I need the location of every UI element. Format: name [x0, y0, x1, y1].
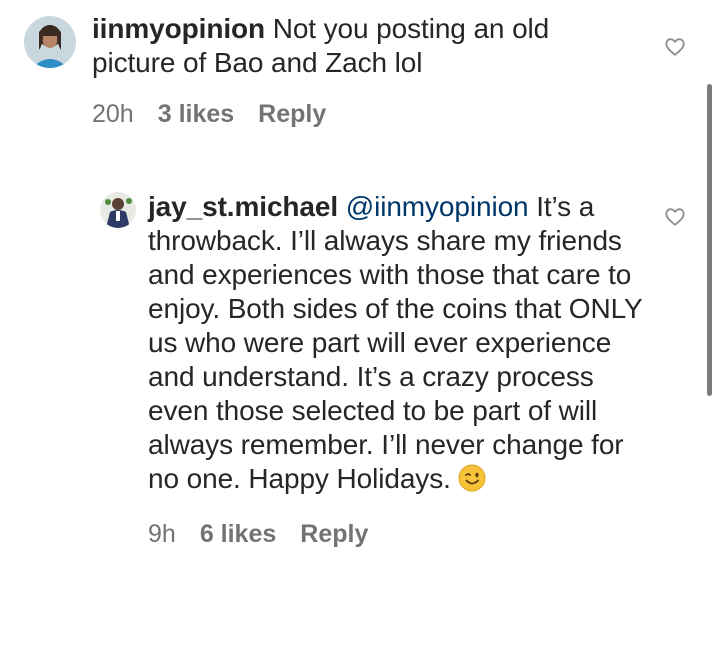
comment-meta: 20h 3 likes Reply — [92, 100, 612, 129]
comment-body: iinmyopinion Not you posting an old pict… — [92, 12, 612, 129]
heart-icon[interactable] — [664, 36, 686, 58]
comment-timestamp: 9h — [148, 520, 176, 548]
comment-likes[interactable]: 3 likes — [158, 100, 234, 129]
comment-username[interactable]: iinmyopinion — [92, 13, 265, 44]
mention-link[interactable]: @iinmyopinion — [346, 191, 529, 222]
comment-text: iinmyopinion Not you posting an old pict… — [92, 12, 612, 80]
winking-face-icon — [458, 464, 486, 500]
comment-text: jay_st.michael @iinmyopinion It’s a thro… — [148, 190, 648, 500]
comment-timestamp: 20h — [92, 100, 134, 128]
scrollbar[interactable] — [707, 84, 712, 396]
heart-icon[interactable] — [664, 206, 686, 228]
reply-button[interactable]: Reply — [258, 100, 326, 129]
avatar[interactable] — [100, 192, 136, 228]
comment-content: It’s a throwback. I’ll always share my f… — [148, 191, 643, 494]
comment-likes[interactable]: 6 likes — [200, 520, 276, 549]
comment-username[interactable]: jay_st.michael — [148, 191, 338, 222]
reply-button[interactable]: Reply — [300, 520, 368, 549]
comment-meta: 9h 6 likes Reply — [148, 520, 648, 549]
avatar[interactable] — [24, 16, 76, 68]
comment-body: jay_st.michael @iinmyopinion It’s a thro… — [148, 190, 648, 549]
